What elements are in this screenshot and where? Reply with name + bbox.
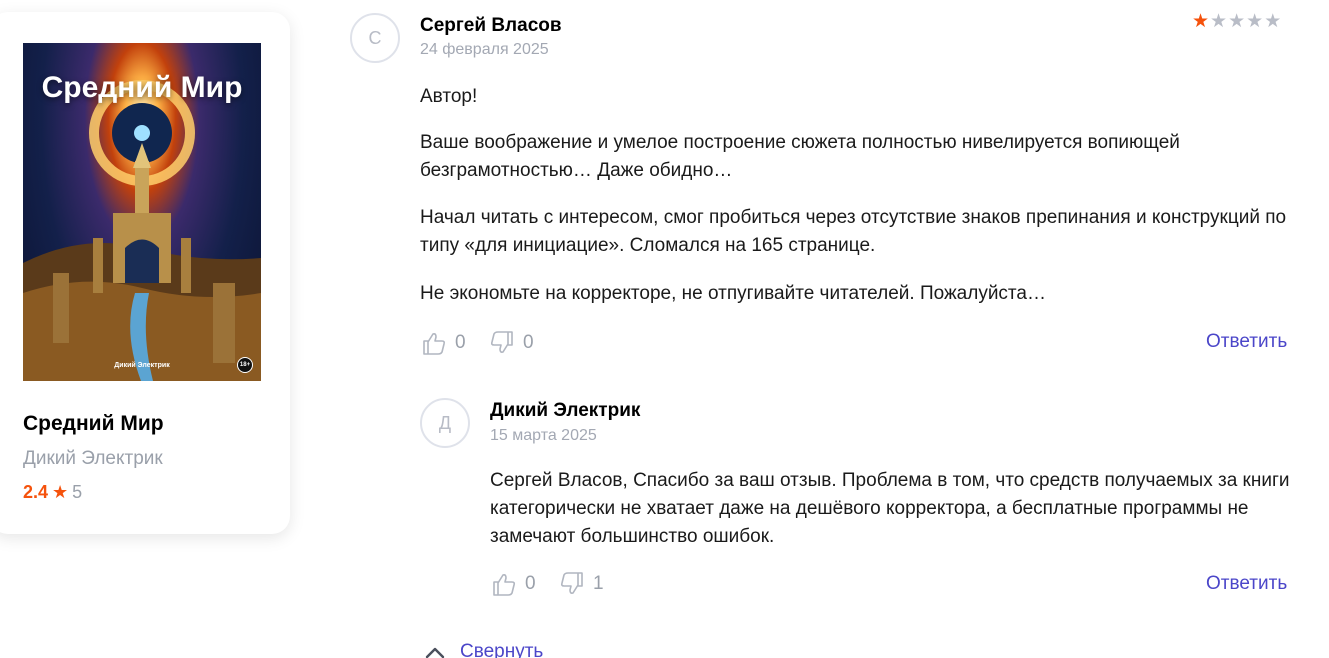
review-star-rating: ★★★★★ [1192, 10, 1282, 33]
book-title[interactable]: Средний Мир [23, 412, 164, 436]
book-rating: 2.4 ★ 5 [23, 482, 82, 503]
review-paragraph: Автор! [420, 86, 478, 107]
rating-count: 5 [72, 482, 83, 502]
review-paragraph: Начал читать с интересом, смог пробиться… [420, 207, 1287, 256]
reply-like-button[interactable]: 0 [491, 571, 536, 597]
avatar: Д [420, 398, 470, 448]
chevron-up-icon [425, 647, 445, 658]
review-paragraph: Ваше воображение и умелое построение сюж… [420, 132, 1180, 181]
collapse-replies-button[interactable]: Свернуть [424, 641, 543, 658]
reply-dislike-button[interactable]: 1 [559, 571, 604, 597]
dislike-button[interactable]: 0 [489, 330, 534, 356]
collapse-label: Свернуть [460, 641, 544, 658]
star-empty-icon: ★ [1246, 11, 1265, 32]
review-date: 24 февраля 2025 [420, 41, 549, 58]
book-author[interactable]: Дикий Электрик [23, 448, 163, 470]
age-rating-badge: 18+ [237, 357, 253, 373]
like-button[interactable]: 0 [421, 330, 466, 356]
reply-button[interactable]: Ответить [1206, 331, 1287, 353]
book-cover-image[interactable]: Средний Мир Дикий Электрик 18+ [23, 43, 261, 381]
reply-date: 15 марта 2025 [490, 427, 597, 444]
star-empty-icon: ★ [1228, 11, 1247, 32]
avatar: С [350, 13, 400, 63]
thumbs-up-icon [423, 333, 446, 355]
book-card[interactable]: Средний Мир Дикий Электрик 18+ Средний М… [0, 12, 290, 534]
cover-title: Средний Мир [41, 71, 243, 104]
dislike-count: 0 [523, 332, 534, 353]
star-filled-icon: ★ [1192, 11, 1211, 32]
cover-author: Дикий Электрик [114, 362, 170, 369]
dislike-count: 1 [593, 573, 604, 594]
rating-value: 2.4 [23, 482, 49, 502]
thumbs-up-icon [493, 574, 516, 596]
star-empty-icon: ★ [1210, 11, 1229, 32]
like-count: 0 [455, 332, 466, 353]
like-count: 0 [525, 573, 536, 594]
thumbs-down-icon [490, 331, 513, 353]
page: Средний Мир Дикий Электрик 18+ Средний М… [0, 0, 1329, 658]
reply-text: Сергей Власов, Спасибо за ваш отзыв. Про… [490, 470, 1290, 547]
star-empty-icon: ★ [1264, 11, 1283, 32]
star-icon: ★ [52, 482, 69, 502]
reply-button[interactable]: Ответить [1206, 573, 1287, 595]
reply-author-name[interactable]: Дикий Электрик [490, 400, 640, 422]
review-author-name[interactable]: Сергей Власов [420, 15, 562, 37]
thumbs-down-icon [560, 572, 583, 594]
review-paragraph: Не экономьте на корректоре, не отпугивай… [420, 283, 1046, 304]
